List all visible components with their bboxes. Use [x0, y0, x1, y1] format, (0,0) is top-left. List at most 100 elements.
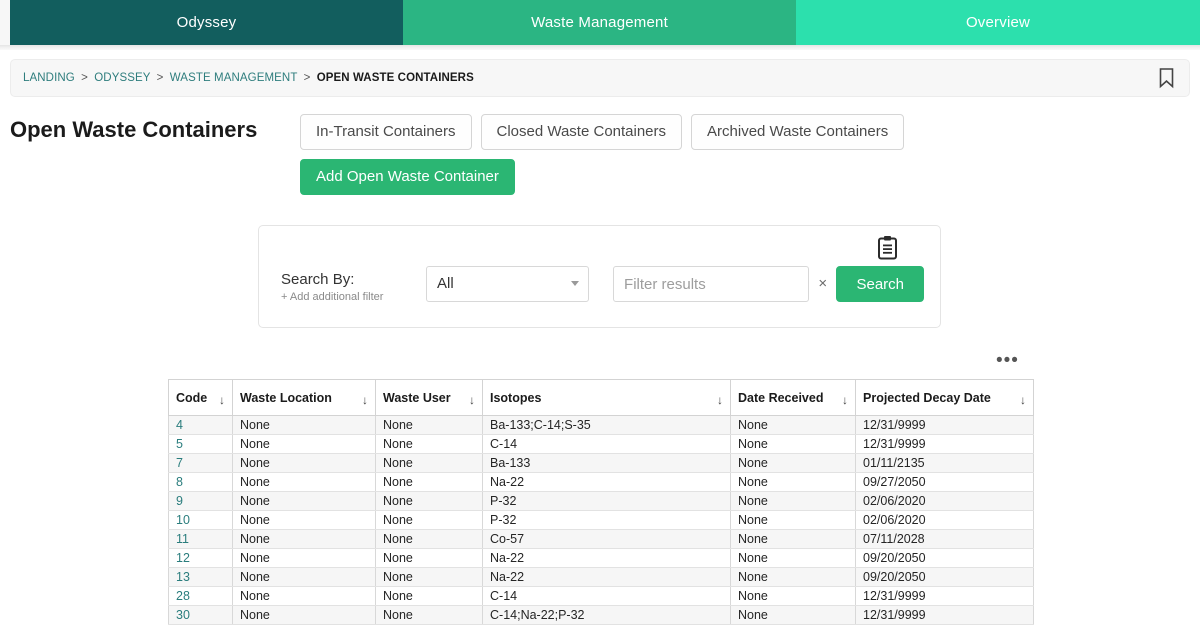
sort-desc-icon[interactable]: ↓ — [362, 393, 368, 407]
code-link[interactable]: 30 — [176, 608, 190, 622]
table-row[interactable]: 28 None None C-14 None 12/31/9999 — [168, 586, 1034, 606]
cell-projected-decay-date: 09/20/2050 — [855, 567, 1034, 587]
table-row[interactable]: 12 None None Na-22 None 09/20/2050 — [168, 548, 1034, 568]
cell-waste-user: None — [375, 529, 483, 549]
secondary-action-row: In-Transit Containers Closed Waste Conta… — [300, 114, 905, 150]
code-link[interactable]: 13 — [176, 570, 190, 584]
table-row[interactable]: 5 None None C-14 None 12/31/9999 — [168, 434, 1034, 454]
sort-desc-icon[interactable]: ↓ — [469, 393, 475, 407]
cell-waste-location: None — [232, 491, 376, 511]
code-link[interactable]: 10 — [176, 513, 190, 527]
column-header-code[interactable]: Code ↓ — [168, 379, 233, 416]
in-transit-containers-button[interactable]: In-Transit Containers — [300, 114, 472, 150]
column-header-date-received-label: Date Received — [738, 390, 824, 405]
tab-odyssey[interactable]: Odyssey — [10, 0, 403, 45]
table-row[interactable]: 7 None None Ba-133 None 01/11/2135 — [168, 453, 1034, 473]
code-link[interactable]: 8 — [176, 475, 183, 489]
cell-code: 5 — [168, 434, 233, 454]
table-head: Code ↓ Waste Location ↓ Waste User ↓ Iso… — [168, 379, 1034, 416]
column-header-waste-location[interactable]: Waste Location ↓ — [232, 379, 376, 416]
table-row[interactable]: 11 None None Co-57 None 07/11/2028 — [168, 529, 1034, 549]
column-header-isotopes[interactable]: Isotopes ↓ — [482, 379, 731, 416]
cell-date-received: None — [730, 472, 856, 492]
cell-isotopes: Na-22 — [482, 472, 731, 492]
closed-waste-containers-button[interactable]: Closed Waste Containers — [480, 114, 683, 150]
cell-projected-decay-date: 12/31/9999 — [855, 415, 1034, 435]
table-row[interactable]: 8 None None Na-22 None 09/27/2050 — [168, 472, 1034, 492]
column-header-waste-user[interactable]: Waste User ↓ — [375, 379, 483, 416]
bookmark-icon[interactable] — [1158, 68, 1175, 89]
code-link[interactable]: 28 — [176, 589, 190, 603]
cell-waste-user: None — [375, 586, 483, 606]
code-link[interactable]: 5 — [176, 437, 183, 451]
column-header-projected-decay-date[interactable]: Projected Decay Date ↓ — [855, 379, 1034, 416]
waste-containers-table-wrapper: Code ↓ Waste Location ↓ Waste User ↓ Iso… — [168, 379, 1034, 625]
page-title: Open Waste Containers — [10, 117, 258, 142]
sort-desc-icon[interactable]: ↓ — [842, 393, 848, 407]
table-header-row: Code ↓ Waste Location ↓ Waste User ↓ Iso… — [168, 379, 1034, 416]
table-row[interactable]: 13 None None Na-22 None 09/20/2050 — [168, 567, 1034, 587]
cell-waste-user: None — [375, 415, 483, 435]
breadcrumb-item-odyssey[interactable]: ODYSSEY — [94, 72, 150, 84]
column-header-waste-user-label: Waste User — [383, 390, 451, 405]
table-body: 4 None None Ba-133;C-14;S-35 None 12/31/9999 5… — [168, 415, 1034, 625]
code-link[interactable]: 12 — [176, 551, 190, 565]
table-row[interactable]: 10 None None P-32 None 02/06/2020 — [168, 510, 1034, 530]
breadcrumb-item-waste-management[interactable]: WASTE MANAGEMENT — [170, 72, 297, 84]
search-field-select-wrapper: All — [426, 266, 590, 302]
cell-projected-decay-date: 01/11/2135 — [855, 453, 1034, 473]
sort-desc-icon[interactable]: ↓ — [717, 393, 723, 407]
cell-isotopes: Ba-133;C-14;S-35 — [482, 415, 731, 435]
clipboard-icon[interactable] — [877, 235, 898, 260]
breadcrumb-item-landing[interactable]: LANDING — [23, 72, 75, 84]
breadcrumb: LANDING > ODYSSEY > WASTE MANAGEMENT > O… — [23, 72, 474, 84]
cell-code: 30 — [168, 605, 233, 625]
cell-isotopes: Na-22 — [482, 548, 731, 568]
cell-code: 8 — [168, 472, 233, 492]
table-row[interactable]: 4 None None Ba-133;C-14;S-35 None 12/31/9999 — [168, 415, 1034, 435]
cell-waste-location: None — [232, 605, 376, 625]
cell-waste-user: None — [375, 491, 483, 511]
cell-date-received: None — [730, 605, 856, 625]
tab-waste-management[interactable]: Waste Management — [403, 0, 796, 45]
waste-containers-table: Code ↓ Waste Location ↓ Waste User ↓ Iso… — [168, 379, 1034, 625]
cell-isotopes: Na-22 — [482, 567, 731, 587]
table-row[interactable]: 30 None None C-14;Na-22;P-32 None 12/31/9999 — [168, 605, 1034, 625]
column-header-projected-decay-date-label: Projected Decay Date — [863, 390, 991, 405]
breadcrumb-bar: LANDING > ODYSSEY > WASTE MANAGEMENT > O… — [10, 59, 1190, 97]
tab-overview[interactable]: Overview — [796, 0, 1200, 45]
clear-filter-button[interactable]: × — [809, 266, 836, 302]
cell-date-received: None — [730, 453, 856, 473]
cell-code: 28 — [168, 586, 233, 606]
code-link[interactable]: 9 — [176, 494, 183, 508]
code-link[interactable]: 7 — [176, 456, 183, 470]
cell-code: 7 — [168, 453, 233, 473]
cell-code: 9 — [168, 491, 233, 511]
code-link[interactable]: 11 — [176, 532, 189, 546]
table-row[interactable]: 9 None None P-32 None 02/06/2020 — [168, 491, 1034, 511]
search-button[interactable]: Search — [836, 266, 924, 302]
column-header-date-received[interactable]: Date Received ↓ — [730, 379, 856, 416]
cell-projected-decay-date: 02/06/2020 — [855, 510, 1034, 530]
code-link[interactable]: 4 — [176, 418, 183, 432]
search-by-label: Search By: — [281, 271, 355, 288]
cell-code: 13 — [168, 567, 233, 587]
cell-isotopes: C-14;Na-22;P-32 — [482, 605, 731, 625]
sort-desc-icon[interactable]: ↓ — [1020, 393, 1026, 407]
sort-desc-icon[interactable]: ↓ — [219, 393, 225, 407]
filter-results-input[interactable] — [613, 266, 810, 302]
archived-waste-containers-button[interactable]: Archived Waste Containers — [691, 114, 905, 150]
cell-isotopes: C-14 — [482, 434, 731, 454]
table-options-ellipsis-icon[interactable]: ••• — [996, 351, 1019, 370]
cell-projected-decay-date: 12/31/9999 — [855, 605, 1034, 625]
cell-code: 10 — [168, 510, 233, 530]
cell-projected-decay-date: 12/31/9999 — [855, 586, 1034, 606]
cell-waste-location: None — [232, 586, 376, 606]
cell-waste-user: None — [375, 605, 483, 625]
cell-waste-location: None — [232, 510, 376, 530]
search-field-select[interactable]: All — [426, 266, 590, 302]
cell-waste-location: None — [232, 548, 376, 568]
column-header-waste-location-label: Waste Location — [240, 390, 332, 405]
add-open-waste-container-button[interactable]: Add Open Waste Container — [300, 159, 515, 195]
add-additional-filter-link[interactable]: + Add additional filter — [281, 291, 426, 303]
